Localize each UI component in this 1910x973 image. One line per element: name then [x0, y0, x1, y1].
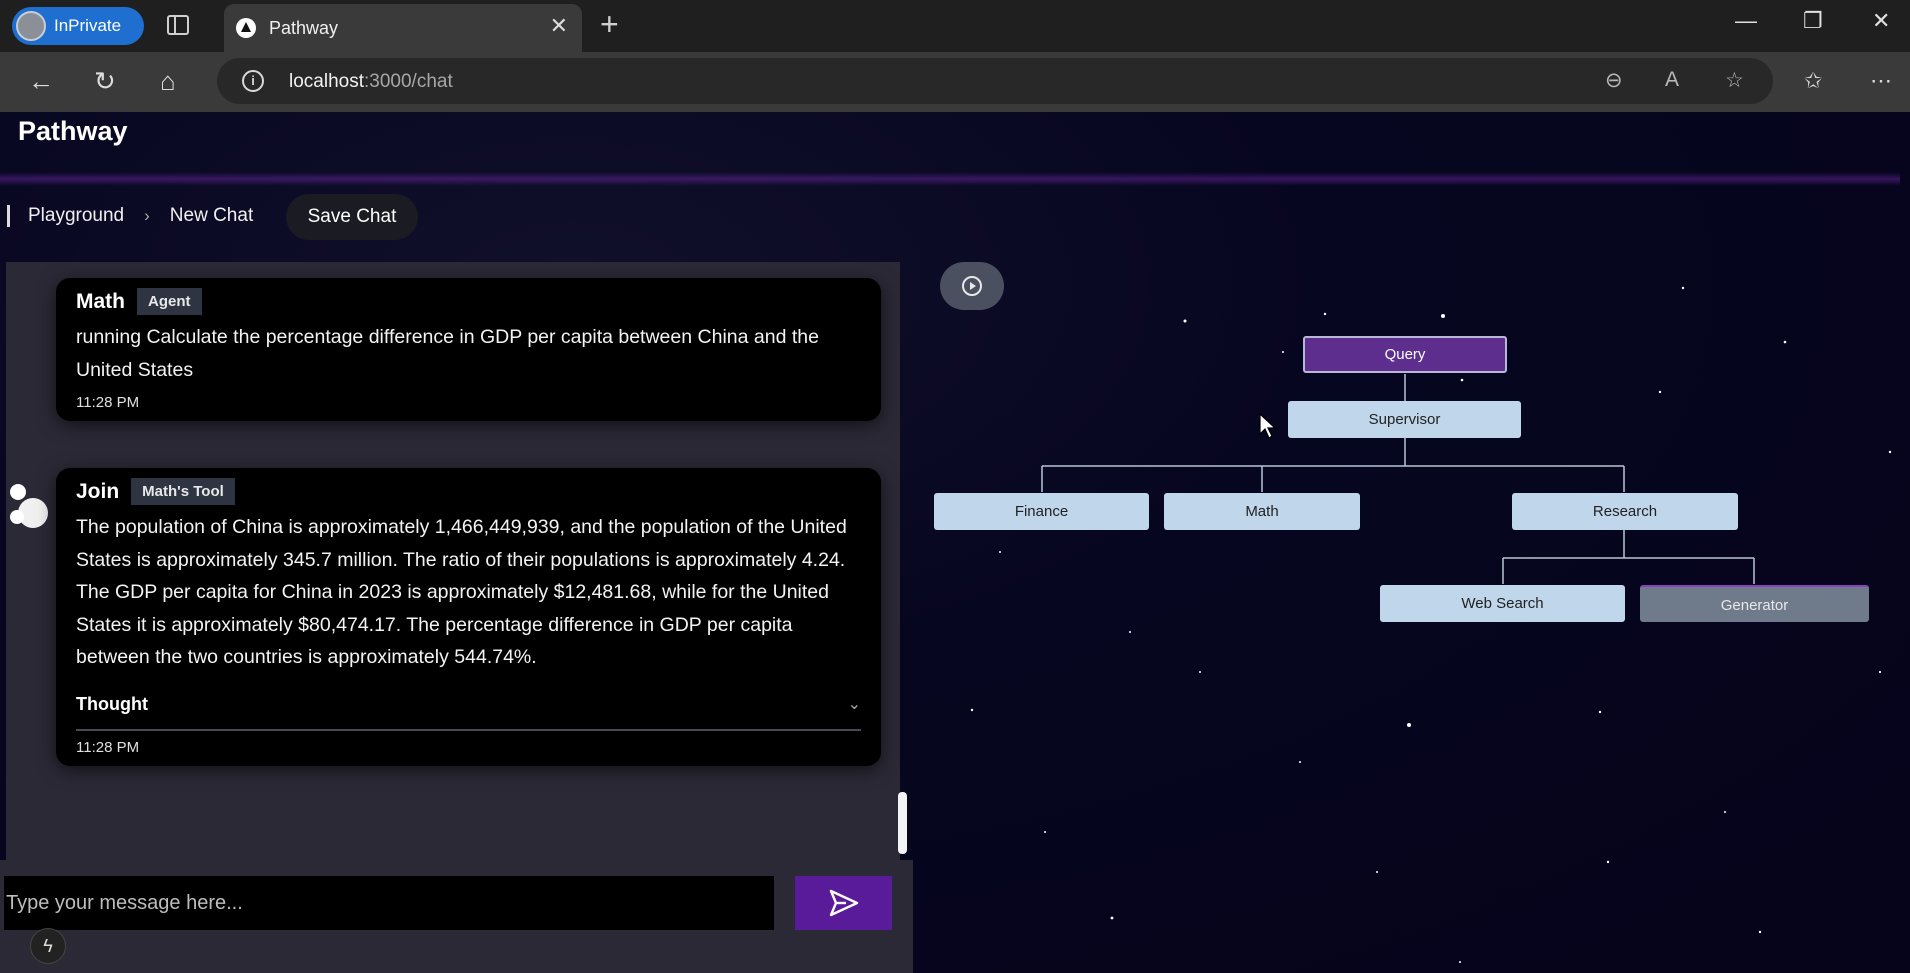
lightning-icon[interactable]: ϟ	[30, 928, 66, 964]
chat-message-join: Join Math's Tool The population of China…	[56, 468, 881, 766]
read-aloud-icon[interactable]: A	[1665, 68, 1679, 92]
breadcrumb-marker	[7, 205, 10, 227]
breadcrumb-chevron-icon: ›	[144, 206, 150, 225]
message-text: The population of China is approximately…	[76, 516, 847, 668]
more-menu-icon[interactable]: ⋯	[1870, 68, 1892, 94]
breadcrumb-playground[interactable]: Playground	[28, 205, 124, 227]
address-bar-row: ← ↻ ⌂ i localhost:3000/chat ⊖ A ☆ ✩ ⋯	[0, 52, 1910, 112]
site-favicon-icon	[236, 18, 256, 38]
thought-label: Thought	[76, 693, 148, 714]
chevron-down-icon[interactable]: ⌄	[848, 694, 861, 714]
tab-actions-icon[interactable]	[167, 15, 189, 35]
url-text[interactable]: localhost:3000/chat	[289, 71, 453, 93]
send-button[interactable]	[795, 876, 892, 930]
thought-toggle[interactable]: Thought ⌄	[76, 694, 861, 731]
message-role-badge: Agent	[137, 288, 202, 315]
message-input[interactable]	[4, 876, 774, 930]
mouse-cursor-icon	[1259, 413, 1277, 439]
graph-node-query[interactable]: Query	[1303, 336, 1507, 373]
save-chat-button[interactable]: Save Chat	[286, 194, 418, 240]
minimize-icon[interactable]: —	[1735, 8, 1757, 34]
chat-scrollbar[interactable]	[898, 792, 907, 854]
inprivate-profile-button[interactable]: InPrivate	[12, 7, 144, 45]
breadcrumb: Playground › New Chat	[0, 192, 253, 240]
restore-icon[interactable]: ❐	[1803, 8, 1823, 34]
graph-node-generator[interactable]: Generator	[1640, 585, 1869, 622]
message-text: running Calculate the percentage differe…	[76, 326, 819, 381]
app-brand-title[interactable]: Pathway	[18, 116, 128, 147]
profile-avatar	[16, 11, 46, 41]
graph-node-supervisor[interactable]: Supervisor	[1288, 401, 1521, 438]
graph-node-finance[interactable]: Finance	[934, 493, 1149, 530]
home-icon[interactable]: ⌂	[160, 66, 176, 97]
browser-tab-bar: InPrivate Pathway ✕ + — ❐ ✕	[0, 0, 1910, 52]
play-graph-button[interactable]	[940, 262, 1004, 310]
header-glow	[0, 172, 1900, 186]
composer: ϟ	[0, 860, 913, 973]
app-page: Pathway Playground › New Chat Save Chat …	[0, 112, 1910, 973]
address-bar[interactable]: i localhost:3000/chat ⊖ A ☆	[217, 58, 1773, 104]
site-info-icon[interactable]: i	[242, 70, 264, 92]
agent-avatar-icon	[10, 484, 48, 528]
browser-tab-pathway[interactable]: Pathway ✕	[224, 4, 582, 52]
breadcrumb-new-chat[interactable]: New Chat	[170, 205, 253, 227]
refresh-icon[interactable]: ↻	[94, 66, 116, 97]
send-icon	[829, 889, 859, 917]
message-sender: Join	[76, 479, 120, 503]
chat-pane[interactable]: Math Agent running Calculate the percent…	[6, 262, 900, 918]
star-field	[970, 286, 1892, 963]
chat-message-math: Math Agent running Calculate the percent…	[56, 278, 881, 421]
message-role-badge: Math's Tool	[131, 478, 235, 505]
graph-node-research[interactable]: Research	[1512, 493, 1738, 530]
close-tab-icon[interactable]: ✕	[550, 13, 568, 39]
play-icon	[962, 276, 982, 296]
favorite-star-icon[interactable]: ☆	[1725, 68, 1744, 93]
message-sender: Math	[76, 289, 125, 313]
zoom-out-icon[interactable]: ⊖	[1605, 68, 1623, 93]
message-timestamp: 11:28 PM	[76, 738, 140, 756]
inprivate-label: InPrivate	[54, 16, 122, 35]
new-tab-icon[interactable]: +	[600, 6, 619, 43]
tab-title: Pathway	[269, 18, 339, 38]
graph-node-math[interactable]: Math	[1164, 493, 1360, 530]
message-timestamp: 11:28 PM	[76, 394, 140, 411]
favorites-icon[interactable]: ✩	[1804, 68, 1822, 94]
graph-node-web-search[interactable]: Web Search	[1380, 585, 1625, 622]
close-window-icon[interactable]: ✕	[1872, 8, 1890, 34]
back-icon[interactable]: ←	[28, 66, 54, 97]
